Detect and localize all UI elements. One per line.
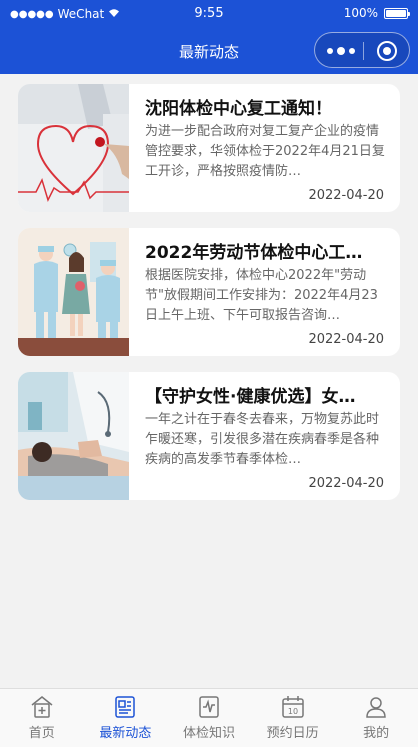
tab-knowledge[interactable]: 体检知识 <box>167 689 251 747</box>
calendar-icon: 10 <box>280 694 306 720</box>
status-bar: ●●●●● WeChat 9:55 100% <box>0 0 418 28</box>
battery-percent: 100% <box>343 6 378 20</box>
heart-ecg-image <box>18 84 129 212</box>
home-medical-icon <box>29 694 55 720</box>
woman-exam-image <box>18 372 129 500</box>
news-icon <box>112 694 138 720</box>
article-title: 2022年劳动节体检中心工… <box>145 243 363 263</box>
svg-text:10: 10 <box>287 707 297 716</box>
close-miniprogram-icon[interactable] <box>377 41 397 61</box>
capsule-divider <box>363 42 364 60</box>
article-title: 【守护女性·健康优选】女… <box>145 387 356 407</box>
tab-profile[interactable]: 我的 <box>334 689 418 747</box>
status-right: 100% <box>343 6 410 20</box>
nav-bar: 最新动态 <box>0 28 418 74</box>
article-date: 2022-04-20 <box>308 476 384 491</box>
article-card-1[interactable]: 沈阳体检中心复工通知！ 为进一步配合政府对复工复产企业的疫情管控要求，华领体检于… <box>18 84 400 212</box>
article-card-3[interactable]: 【守护女性·健康优选】女… 一年之计在于春冬去春来，万物复苏此时乍暖还寒，引发很… <box>18 372 400 500</box>
user-icon <box>363 694 389 720</box>
bottom-tab-bar: 首页 最新动态 体检知识 10 预约日历 我的 <box>0 688 418 747</box>
doctors-patient-image <box>18 228 129 356</box>
tab-label: 体检知识 <box>182 726 235 741</box>
more-icon[interactable] <box>327 47 355 55</box>
ecg-board-icon <box>196 694 222 720</box>
tab-label: 最新动态 <box>99 726 152 741</box>
article-title: 沈阳体检中心复工通知！ <box>145 99 332 119</box>
tab-label: 我的 <box>363 726 390 741</box>
tab-home[interactable]: 首页 <box>0 689 84 747</box>
article-summary: 一年之计在于春冬去春来，万物复苏此时乍暖还寒，引发很多潜在疾病春季是各种疾病的高… <box>145 412 380 467</box>
miniprogram-capsule <box>314 32 410 68</box>
tab-news[interactable]: 最新动态 <box>84 689 168 747</box>
tab-label: 预约日历 <box>266 726 319 741</box>
article-summary: 根据医院安排，体检中心2022年"劳动节"放假期间工作安排为：2022年4月23… <box>145 268 378 323</box>
battery-icon <box>384 7 410 19</box>
article-date: 2022-04-20 <box>308 188 384 203</box>
tab-label: 首页 <box>28 726 55 741</box>
article-date: 2022-04-20 <box>308 332 384 347</box>
tab-calendar[interactable]: 10 预约日历 <box>251 689 335 747</box>
article-summary: 为进一步配合政府对复工复产企业的疫情管控要求，华领体检于2022年4月21日复工… <box>145 124 385 179</box>
article-card-2[interactable]: 2022年劳动节体检中心工… 根据医院安排，体检中心2022年"劳动节"放假期间… <box>18 228 400 356</box>
